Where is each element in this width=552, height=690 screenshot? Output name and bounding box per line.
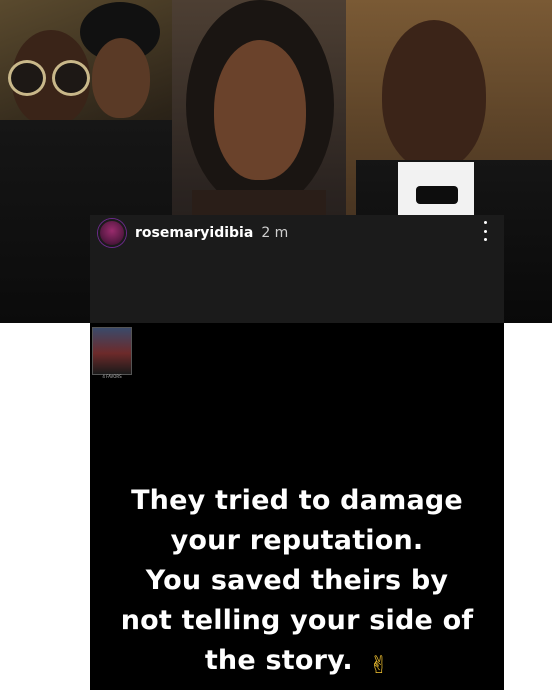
quote-line-5-text: the story. xyxy=(204,645,353,676)
story-header-bar: rosemaryidibia 2 m xyxy=(90,215,504,323)
quote-line-4: not telling your side of xyxy=(120,605,474,636)
sunglasses-right xyxy=(52,60,90,96)
quote-line-5: the story. ✌ xyxy=(90,641,504,685)
quote-text: They tried to damage your reputation. Yo… xyxy=(90,481,504,685)
quote-line-2: your reputation. xyxy=(170,525,424,556)
more-options-icon[interactable] xyxy=(482,221,488,241)
username[interactable]: rosemaryidibia xyxy=(135,225,253,241)
thumbnail-caption: 4 FAVORS xyxy=(102,374,122,379)
man-face xyxy=(382,20,486,170)
story-content: 4 FAVORS They tried to damage your reput… xyxy=(90,323,504,690)
victory-hand-emoji: ✌ xyxy=(368,651,390,679)
story-header: rosemaryidibia 2 m xyxy=(98,219,289,247)
video-thumbnail[interactable] xyxy=(92,327,132,375)
quote-line-3: You saved theirs by xyxy=(145,565,449,596)
woman-face xyxy=(92,38,150,118)
bow-tie xyxy=(416,186,458,204)
woman-face xyxy=(214,40,306,180)
timestamp: 2 m xyxy=(261,225,289,241)
sunglasses-left xyxy=(8,60,46,96)
avatar[interactable] xyxy=(98,219,126,247)
quote-line-1: They tried to damage xyxy=(131,485,463,516)
